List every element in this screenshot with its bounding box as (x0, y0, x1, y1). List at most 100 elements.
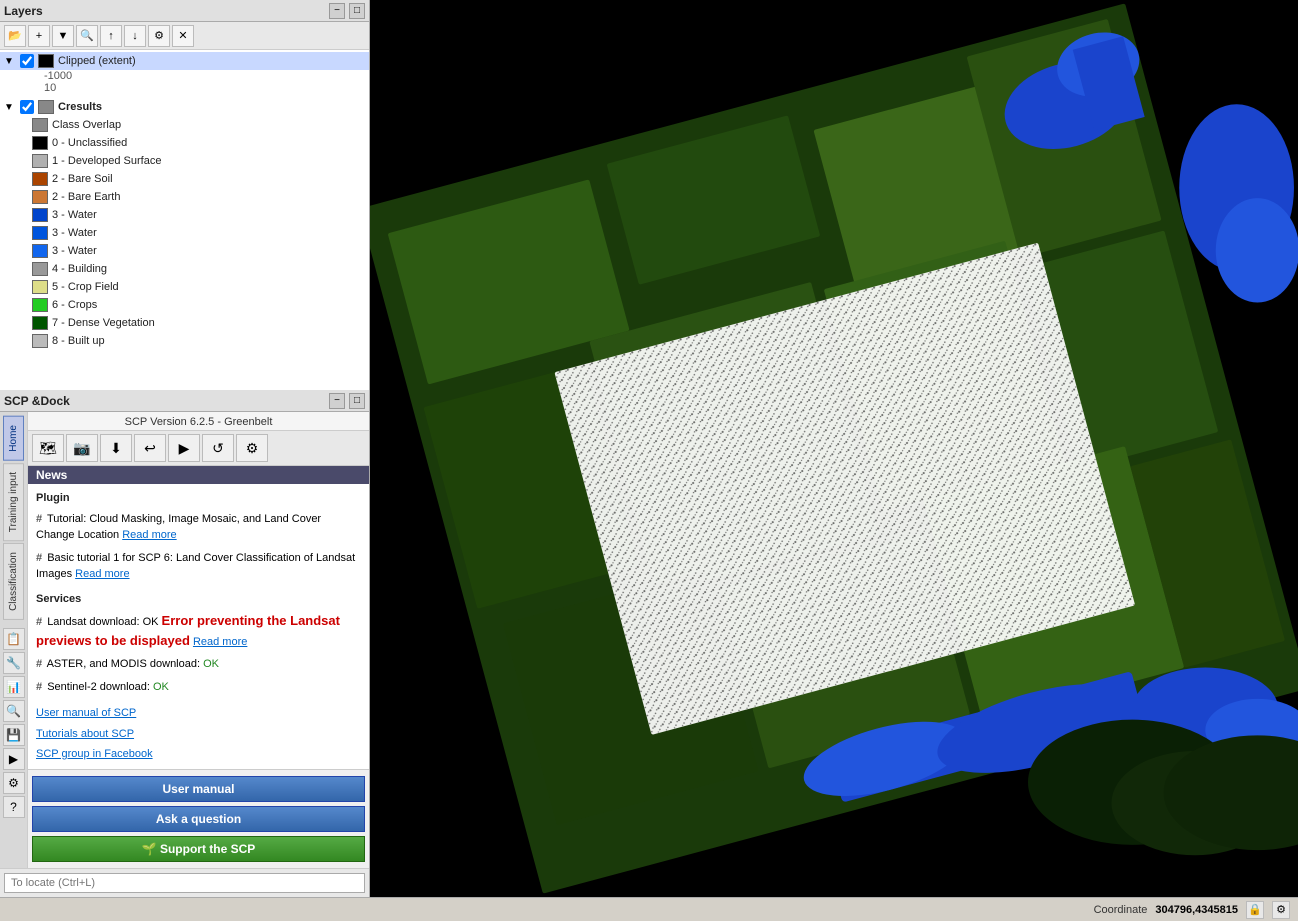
layers-minimize-btn[interactable]: − (329, 3, 345, 19)
color-dense-vegetation (32, 316, 48, 330)
scp-icon-8[interactable]: ? (3, 796, 25, 818)
layers-maximize-btn[interactable]: □ (349, 3, 365, 19)
layer-crop-field[interactable]: 5 - Crop Field (0, 278, 369, 296)
clipped-layer-item[interactable]: ▼ Clipped (extent) (0, 52, 369, 70)
scp-btn-settings[interactable]: ⚙ (236, 434, 268, 462)
layers-content: ▼ Clipped (extent) -1000 10 ▼ Cresults (0, 50, 369, 390)
news-service-ok-2: OK (203, 658, 219, 670)
color-class-overlap (32, 118, 48, 132)
scp-title: SCP &Dock (4, 394, 70, 408)
scp-tab-home[interactable]: Home (3, 416, 24, 461)
link-user-manual[interactable]: User manual of SCP (36, 705, 361, 722)
color-crop-field (32, 280, 48, 294)
scp-minimize-btn[interactable]: − (329, 393, 345, 409)
scp-icon-6[interactable]: ▶ (3, 748, 25, 770)
scp-btn-reset[interactable]: ↺ (202, 434, 234, 462)
support-scp-btn[interactable]: 🌱 Support the SCP (32, 836, 365, 862)
scp-btn-image[interactable]: 📷 (66, 434, 98, 462)
label-developed-surface: 1 - Developed Surface (52, 155, 365, 167)
layer-crops[interactable]: 6 - Crops (0, 296, 369, 314)
layers-title: Layers (4, 4, 43, 18)
status-icon-lock[interactable]: 🔒 (1246, 901, 1264, 919)
scp-icon-3[interactable]: 📊 (3, 676, 25, 698)
clipped-icon (38, 54, 54, 68)
news-service-1: # Landsat download: OK Error preventing … (36, 611, 361, 650)
label-dense-vegetation: 7 - Dense Vegetation (52, 317, 365, 329)
label-bare-earth: 2 - Bare Earth (52, 191, 365, 203)
scp-icon-7[interactable]: ⚙ (3, 772, 25, 794)
layer-class-overlap[interactable]: Class Overlap (0, 116, 369, 134)
status-icon-settings[interactable]: ⚙ (1272, 901, 1290, 919)
label-water-1: 3 - Water (52, 209, 365, 221)
link-tutorials[interactable]: Tutorials about SCP (36, 726, 361, 743)
label-crop-field: 5 - Crop Field (52, 281, 365, 293)
news-service-2: # ASTER, and MODIS download: OK (36, 656, 361, 673)
scp-icon-5[interactable]: 💾 (3, 724, 25, 746)
scp-icon-4[interactable]: 🔍 (3, 700, 25, 722)
scp-tab-classification[interactable]: Classification (3, 543, 24, 620)
color-building (32, 262, 48, 276)
layers-open-btn[interactable]: 📂 (4, 25, 26, 47)
layer-building[interactable]: 4 - Building (0, 260, 369, 278)
layer-bare-soil[interactable]: 2 - Bare Soil (0, 170, 369, 188)
label-water-3: 3 - Water (52, 245, 365, 257)
color-built-up (32, 334, 48, 348)
cresults-layer-name: Cresults (58, 101, 365, 113)
layer-developed-surface[interactable]: 1 - Developed Surface (0, 152, 369, 170)
scp-buttons-area: User manual Ask a question 🌱 Support the… (28, 769, 369, 868)
cresults-checkbox[interactable] (20, 100, 34, 114)
scp-icon-1[interactable]: 📋 (3, 628, 25, 650)
scp-icon-2[interactable]: 🔧 (3, 652, 25, 674)
clipped-checkbox[interactable] (20, 54, 34, 68)
scp-btn-download[interactable]: ⬇ (100, 434, 132, 462)
cresults-icon (38, 100, 54, 114)
ask-question-btn[interactable]: Ask a question (32, 806, 365, 832)
color-water-2 (32, 226, 48, 240)
news-hash-s1: # (36, 616, 42, 628)
news-link-2[interactable]: Read more (75, 568, 129, 580)
news-hash-s2: # (36, 658, 42, 670)
layer-bare-earth[interactable]: 2 - Bare Earth (0, 188, 369, 206)
layer-water-3[interactable]: 3 - Water (0, 242, 369, 260)
label-building: 4 - Building (52, 263, 365, 275)
layers-filter-btn[interactable]: ▼ (52, 25, 74, 47)
user-manual-btn[interactable]: User manual (32, 776, 365, 802)
layers-add-btn[interactable]: + (28, 25, 50, 47)
clipped-expand[interactable]: ▼ (4, 56, 16, 67)
news-service-link-1[interactable]: Read more (193, 636, 247, 648)
news-service-text-1: Landsat download: OK (47, 616, 161, 628)
scp-maximize-btn[interactable]: □ (349, 393, 365, 409)
search-input[interactable] (4, 873, 365, 893)
cresults-layer-item[interactable]: ▼ Cresults (0, 98, 369, 116)
color-unclassified (32, 136, 48, 150)
news-header: News (28, 466, 369, 484)
layers-down-btn[interactable]: ↓ (124, 25, 146, 47)
label-class-overlap: Class Overlap (52, 119, 365, 131)
layers-up-btn[interactable]: ↑ (100, 25, 122, 47)
layers-toolbar: 📂 + ▼ 🔍 ↑ ↓ ⚙ ✕ (0, 22, 369, 50)
label-bare-soil: 2 - Bare Soil (52, 173, 365, 185)
layer-water-1[interactable]: 3 - Water (0, 206, 369, 224)
services-title: Services (36, 591, 361, 608)
scp-version-label: SCP Version 6.2.5 - Greenbelt (28, 412, 369, 431)
news-service-text-3: Sentinel-2 download: (47, 681, 153, 693)
news-link-1[interactable]: Read more (122, 529, 176, 541)
layer-water-2[interactable]: 3 - Water (0, 224, 369, 242)
scp-tab-training[interactable]: Training input (3, 463, 24, 541)
layers-search-btn[interactable]: 🔍 (76, 25, 98, 47)
link-facebook[interactable]: SCP group in Facebook (36, 746, 361, 763)
layer-dense-vegetation[interactable]: 7 - Dense Vegetation (0, 314, 369, 332)
layer-unclassified[interactable]: 0 - Unclassified (0, 134, 369, 152)
label-water-2: 3 - Water (52, 227, 365, 239)
scp-btn-run[interactable]: ▶ (168, 434, 200, 462)
scp-btn-back[interactable]: ↩ (134, 434, 166, 462)
scp-btn-map[interactable]: 🗺 (32, 434, 64, 462)
layers-remove-btn[interactable]: ✕ (172, 25, 194, 47)
layers-settings-btn[interactable]: ⚙ (148, 25, 170, 47)
layer-built-up[interactable]: 8 - Built up (0, 332, 369, 350)
news-content: Plugin # Tutorial: Cloud Masking, Image … (28, 484, 369, 769)
plugin-title: Plugin (36, 490, 361, 507)
map-area[interactable] (370, 0, 1298, 897)
cresults-expand[interactable]: ▼ (4, 102, 16, 113)
status-bar: Coordinate 304796,4345815 🔒 ⚙ (0, 897, 1298, 921)
